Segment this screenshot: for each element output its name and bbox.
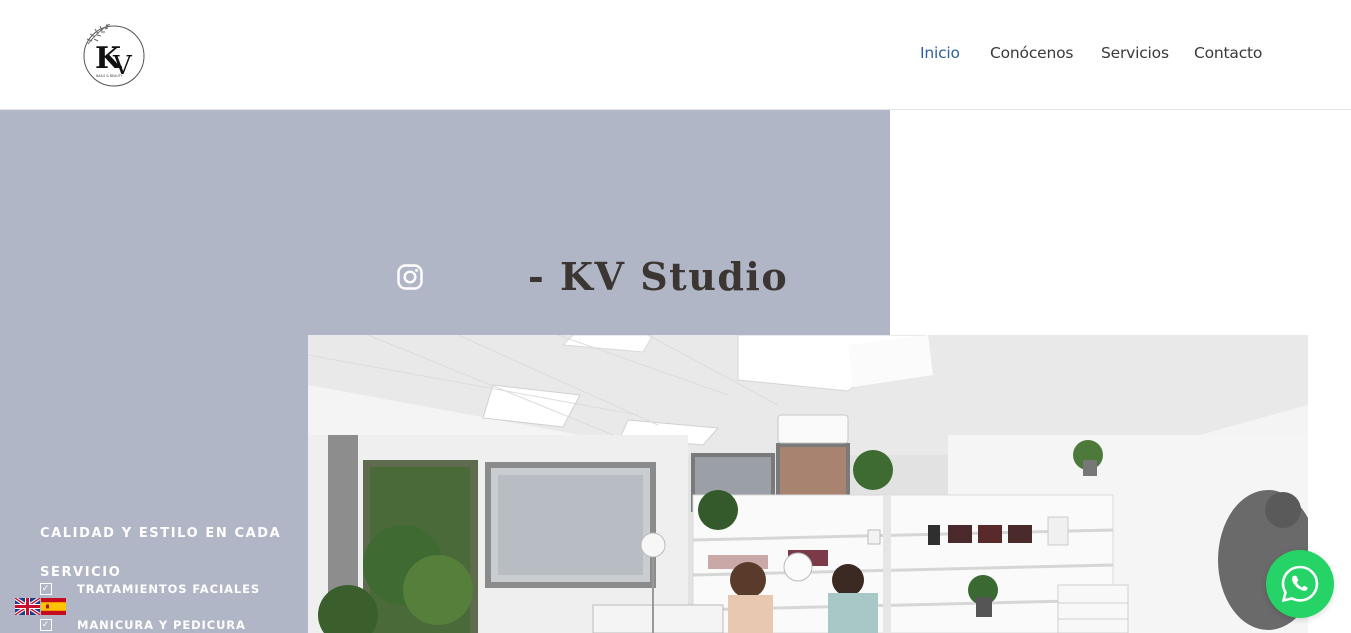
service-item: ✓ TRATAMIENTOS FACIALES — [40, 582, 260, 596]
site-header: K V NAILS & BEAUTY Inicio Conócenos Serv… — [0, 0, 1351, 110]
checkbox-icon: ✓ — [40, 619, 52, 631]
spanish-flag-icon[interactable] — [41, 598, 66, 615]
english-flag-icon[interactable] — [14, 596, 41, 617]
whatsapp-button[interactable] — [1266, 550, 1334, 618]
service-label: MANICURA Y PEDICURA — [77, 618, 246, 632]
site-logo[interactable]: K V NAILS & BEAUTY — [80, 22, 148, 88]
nav-contacto[interactable]: Contacto — [1194, 44, 1262, 62]
service-label: TRATAMIENTOS FACIALES — [77, 582, 261, 596]
studio-photo — [308, 335, 1308, 633]
nav-conocenos[interactable]: Conócenos — [990, 44, 1073, 62]
nav-servicios[interactable]: Servicios — [1101, 44, 1169, 62]
checkbox-icon: ✓ — [40, 583, 52, 595]
hero-title: - KV Studio — [528, 254, 789, 299]
instagram-icon[interactable] — [397, 264, 423, 290]
nav-inicio[interactable]: Inicio — [920, 44, 960, 62]
whatsapp-icon — [1281, 565, 1319, 603]
svg-text:NAILS & BEAUTY: NAILS & BEAUTY — [96, 74, 122, 78]
service-item: ✓ MANICURA Y PEDICURA — [40, 618, 246, 632]
kv-logo-icon: K V NAILS & BEAUTY — [83, 23, 145, 87]
sidebar-tagline: CALIDAD Y ESTILO EN CADA SERVICIO — [40, 526, 282, 580]
language-switcher — [14, 596, 66, 617]
